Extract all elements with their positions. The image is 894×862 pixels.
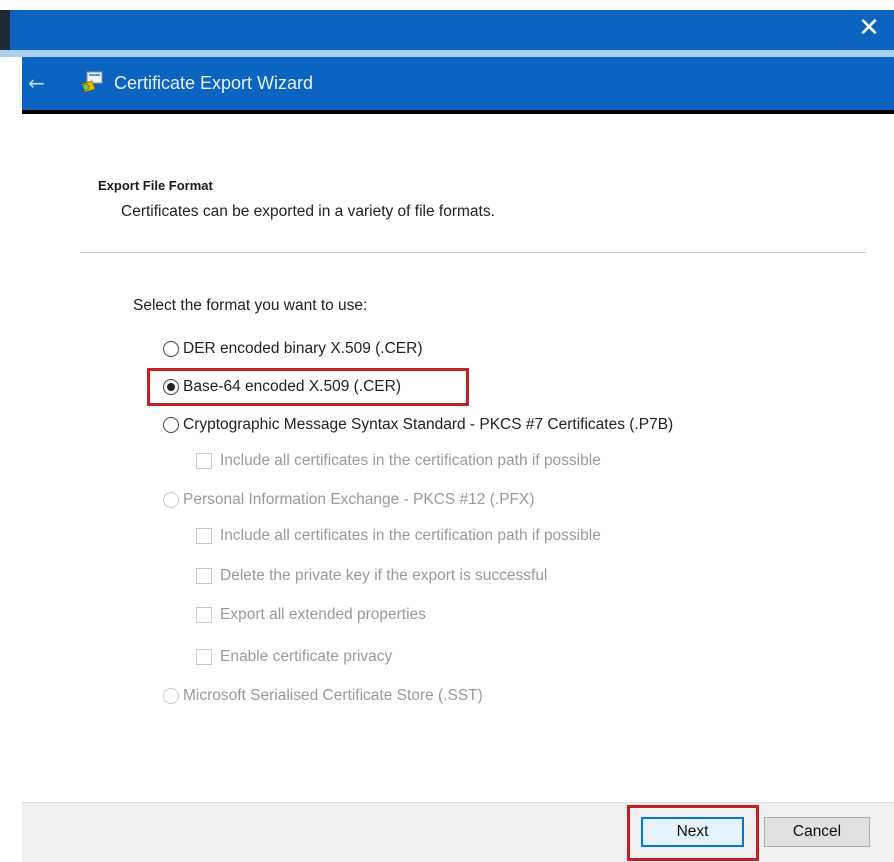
checkbox-pfx-include-path[interactable]: Include all certificates in the certific… [196,524,601,548]
page-subtitle: Certificates can be exported in a variet… [121,203,495,220]
radio-pkcs7-label: Cryptographic Message Syntax Standard - … [183,416,674,433]
checkbox-label: Enable certificate privacy [220,648,393,665]
checkbox-label: Include all certificates in the certific… [220,452,601,469]
checkbox[interactable] [196,568,212,584]
radio-der[interactable]: DER encoded binary X.509 (.CER) [163,337,423,361]
back-arrow-icon[interactable]: ← [28,70,54,96]
top-strip [0,0,894,10]
checkbox[interactable] [196,528,212,544]
radio-button[interactable] [163,417,179,433]
wizard-title: Certificate Export Wizard [114,73,314,93]
checkbox[interactable] [196,607,212,623]
radio-button[interactable] [163,688,179,704]
format-prompt: Select the format you want to use: [133,297,368,314]
wizard-footer: Next Cancel [22,802,894,862]
radio-button[interactable] [163,492,179,508]
checkbox-pkcs7-include-path[interactable]: Include all certificates in the certific… [196,449,601,473]
radio-sst-label: Microsoft Serialised Certificate Store (… [183,687,483,704]
section-divider [80,252,866,253]
checkbox[interactable] [196,453,212,469]
checkbox-delete-private-key[interactable]: Delete the private key if the export is … [196,564,547,588]
radio-pkcs7[interactable]: Cryptographic Message Syntax Standard - … [163,413,673,437]
certificate-icon [79,69,105,95]
radio-der-label: DER encoded binary X.509 (.CER) [183,340,423,357]
close-icon[interactable]: ✕ [854,12,884,44]
radio-button[interactable] [163,341,179,357]
wizard-titlebar: ← Certificate Export Wizard [22,57,894,110]
checkbox-label: Export all extended properties [220,606,426,623]
cancel-button[interactable]: Cancel [764,817,870,847]
checkbox[interactable] [196,649,212,665]
checkbox-label: Delete the private key if the export is … [220,567,548,584]
checkbox-export-extended-properties[interactable]: Export all extended properties [196,603,426,627]
radio-sst[interactable]: Microsoft Serialised Certificate Store (… [163,684,483,708]
highlight-box-base64 [147,368,469,406]
page-heading: Export File Format [98,178,213,193]
window-left-edge [0,10,10,50]
outer-window-titlebar [0,10,894,50]
radio-pfx[interactable]: Personal Information Exchange - PKCS #12… [163,488,535,512]
wizard-dialog: ← Certificate Export Wizard Export File … [22,57,894,862]
window-frame-strip [0,50,894,57]
checkbox-label: Include all certificates in the certific… [220,527,601,544]
titlebar-divider [22,110,894,114]
radio-pfx-label: Personal Information Exchange - PKCS #12… [183,491,535,508]
highlight-box-next [627,805,759,861]
checkbox-enable-certificate-privacy[interactable]: Enable certificate privacy [196,645,392,669]
